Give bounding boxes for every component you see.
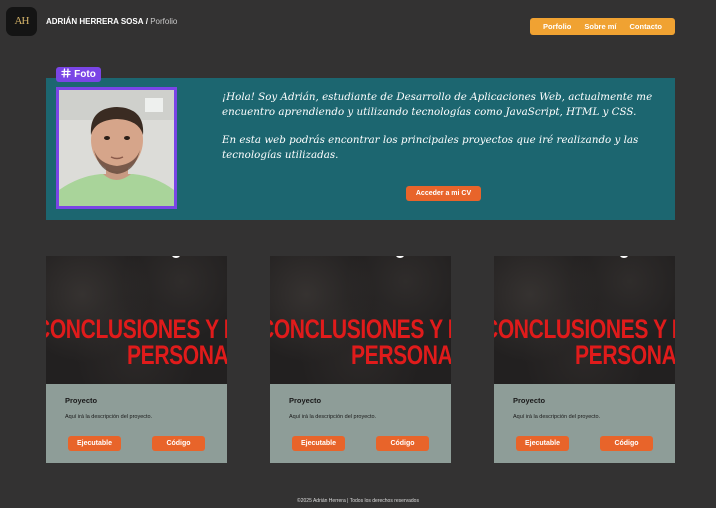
thumbnail-text-line-2: PERSONAL xyxy=(575,340,675,370)
main-nav: Porfolio Sobre mí Contacto xyxy=(530,18,675,35)
project-card: CONCLUSIONES Y EVA PERSONAL Proyecto Aqu… xyxy=(494,256,675,463)
project-thumbnail[interactable]: CONCLUSIONES Y EVA PERSONAL xyxy=(46,256,227,384)
hash-icon xyxy=(61,68,71,81)
project-card: CONCLUSIONES Y EVA PERSONAL Proyecto Aqu… xyxy=(46,256,227,463)
codigo-button[interactable]: Código xyxy=(376,436,429,451)
codigo-button[interactable]: Código xyxy=(152,436,205,451)
intro-paragraph-1: ¡Hola! Soy Adrián, estudiante de Desarro… xyxy=(222,91,653,118)
project-title: Proyecto xyxy=(289,396,322,405)
thumbnail-text-line-1: CONCLUSIONES Y EVA xyxy=(494,314,675,344)
foto-badge: Foto xyxy=(56,67,101,82)
thumbnail-text-line-1: CONCLUSIONES Y EVA xyxy=(46,314,227,344)
foto-badge-label: Foto xyxy=(74,69,96,80)
brand: ADRIÁN HERRERA SOSA / Porfolio xyxy=(46,17,177,27)
logo-mark: AH xyxy=(14,15,30,27)
project-description: Aquí irá la descripción del proyecto. xyxy=(513,414,601,420)
ejecutable-button[interactable]: Ejecutable xyxy=(292,436,345,451)
project-description: Aquí irá la descripción del proyecto. xyxy=(289,414,377,420)
project-title: Proyecto xyxy=(65,396,98,405)
page: AH ADRIÁN HERRERA SOSA / Porfolio Porfol… xyxy=(0,0,716,508)
thumbnail-text-line-2: PERSONAL xyxy=(127,340,227,370)
profile-photo xyxy=(56,87,177,209)
project-card: CONCLUSIONES Y EVA PERSONAL Proyecto Aqu… xyxy=(270,256,451,463)
ejecutable-button[interactable]: Ejecutable xyxy=(68,436,121,451)
codigo-button[interactable]: Código xyxy=(600,436,653,451)
brand-subtitle: Porfolio xyxy=(150,17,178,26)
brand-separator: / xyxy=(145,17,148,26)
intro-section: ¡Hola! Soy Adrián, estudiante de Desarro… xyxy=(46,78,675,220)
thumbnail-text-line-1: CONCLUSIONES Y EVA xyxy=(270,314,451,344)
nav-item-contacto[interactable]: Contacto xyxy=(629,22,662,31)
nav-item-sobre-mi[interactable]: Sobre mí xyxy=(584,22,616,31)
project-title: Proyecto xyxy=(513,396,546,405)
footer: ©2025 Adrián Herrera | Todos los derecho… xyxy=(297,498,419,504)
intro-text: ¡Hola! Soy Adrián, estudiante de Desarro… xyxy=(222,90,662,176)
brand-name: ADRIÁN HERRERA SOSA xyxy=(46,17,144,26)
intro-paragraph-2: En esta web podrás encontrar los princip… xyxy=(222,134,639,161)
project-thumbnail[interactable]: CONCLUSIONES Y EVA PERSONAL xyxy=(494,256,675,384)
thumbnail-text-line-2: PERSONAL xyxy=(351,340,451,370)
cv-button[interactable]: Acceder a mi CV xyxy=(406,186,481,201)
project-description: Aquí irá la descripción del proyecto. xyxy=(65,414,153,420)
nav-item-porfolio[interactable]: Porfolio xyxy=(543,22,571,31)
ejecutable-button[interactable]: Ejecutable xyxy=(516,436,569,451)
logo[interactable]: AH xyxy=(6,7,37,36)
project-thumbnail[interactable]: CONCLUSIONES Y EVA PERSONAL xyxy=(270,256,451,384)
